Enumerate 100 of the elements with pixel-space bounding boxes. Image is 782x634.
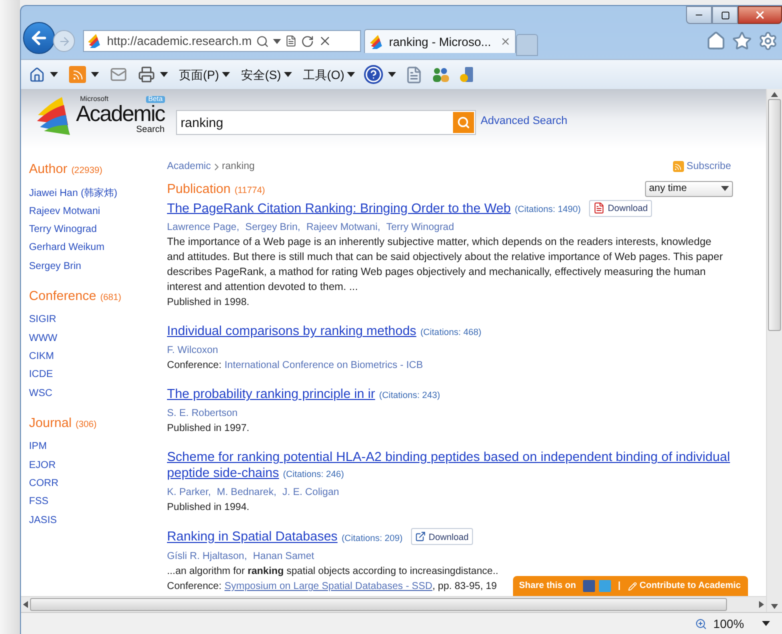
- facet-link[interactable]: Gerhard Weikum: [29, 239, 104, 258]
- scrollbar-thumb[interactable]: [30, 598, 727, 611]
- citation-count[interactable]: (Citations: 246): [283, 469, 344, 480]
- author-link[interactable]: F. Wilcoxon: [167, 343, 218, 358]
- back-button[interactable]: [23, 22, 55, 54]
- document-icon[interactable]: [405, 66, 424, 84]
- facet-link[interactable]: Sergey Brin: [29, 258, 82, 276]
- scroll-left-icon[interactable]: [23, 601, 28, 608]
- command-menu-button[interactable]: 安全(S): [241, 66, 292, 84]
- facet-link[interactable]: Rajeev Motwani: [29, 202, 100, 222]
- venue-link[interactable]: Symposium on Large Spatial Databases - SSD: [224, 578, 432, 594]
- browser-tab[interactable]: ranking - Microso...: [364, 29, 516, 53]
- author-link[interactable]: Lawrence Page,: [167, 220, 240, 236]
- page-favicon-icon: [87, 33, 103, 49]
- author-link[interactable]: M. Bednarek,: [216, 485, 276, 500]
- facet-link[interactable]: JASIS: [29, 512, 57, 530]
- dropdown-caret-icon[interactable]: [762, 621, 770, 626]
- dropdown-caret-icon[interactable]: [721, 186, 729, 192]
- result-title-link[interactable]: The PageRank Citation Ranking: Bringing Order to the Web: [167, 200, 511, 216]
- close-button[interactable]: [738, 6, 782, 24]
- close-tab-icon[interactable]: [500, 36, 511, 47]
- results-heading: Publication: [167, 180, 231, 198]
- result-title-link[interactable]: Ranking in Spatial Databases: [167, 528, 338, 544]
- dropdown-caret-icon[interactable]: [91, 72, 99, 77]
- address-bar[interactable]: http://academic.research.m: [83, 30, 361, 52]
- facet-link[interactable]: ICDE: [29, 366, 53, 385]
- result-abstract: ...an algorithm for ranking spatial objects according to increasingdistance..: [167, 564, 500, 579]
- dropdown-caret-icon[interactable]: [347, 72, 356, 77]
- facet-link[interactable]: WSC: [29, 384, 52, 403]
- scroll-up-icon[interactable]: [771, 92, 778, 97]
- download-button[interactable]: Download: [410, 528, 473, 546]
- result-title-link[interactable]: peptide side-chains: [167, 465, 280, 480]
- logo-name: Academic: [76, 103, 165, 125]
- venue-link[interactable]: International Conference on Biometrics - ICB: [224, 358, 423, 374]
- facet-link[interactable]: Terry Winograd: [29, 221, 97, 240]
- zoom-icon[interactable]: [695, 618, 708, 630]
- citation-count[interactable]: (Citations: 209): [342, 532, 403, 543]
- citation-count[interactable]: (Citations: 243): [379, 390, 440, 400]
- facet-link[interactable]: IPM: [29, 438, 47, 457]
- download-button[interactable]: Download: [588, 200, 652, 216]
- facet-link[interactable]: WWW: [29, 330, 58, 348]
- zoom-level[interactable]: 100%: [713, 614, 744, 632]
- vertical-scrollbar[interactable]: [766, 89, 782, 612]
- author-link[interactable]: Sergey Brin,: [245, 220, 300, 236]
- subscribe-link[interactable]: Subscribe: [672, 159, 731, 174]
- time-filter-select[interactable]: any time: [645, 180, 733, 197]
- help-icon[interactable]: [364, 65, 384, 84]
- facet-count: (22939): [71, 164, 102, 177]
- citation-count[interactable]: (Citations: 1490): [514, 204, 581, 214]
- maximize-button[interactable]: [712, 6, 738, 24]
- command-menu-button[interactable]: 页面(P): [179, 66, 230, 84]
- author-link[interactable]: Rajeev Motwani,: [306, 220, 380, 236]
- facet-link[interactable]: EJOR: [29, 456, 56, 476]
- dropdown-caret-icon[interactable]: [272, 38, 281, 44]
- facet-link[interactable]: SIGIR: [29, 311, 56, 330]
- compatibility-view-icon[interactable]: [284, 35, 297, 47]
- command-menu-button[interactable]: 工具(O): [303, 66, 356, 84]
- facet-link[interactable]: Jiawei Han (韩家炜): [29, 184, 118, 203]
- advanced-search-link[interactable]: Advanced Search: [480, 112, 568, 129]
- facebook-icon[interactable]: [583, 580, 596, 592]
- author-link[interactable]: Terry Winograd: [386, 220, 454, 236]
- horizontal-scrollbar[interactable]: [21, 596, 766, 612]
- result-title-link[interactable]: Scheme for ranking potential HLA-A2 binding peptides based on independent binding of individual: [167, 449, 730, 464]
- address-text: http://academic.research.m: [107, 33, 252, 50]
- scrollbar-thumb[interactable]: [768, 99, 781, 331]
- author-link[interactable]: K. Parker,: [167, 485, 211, 500]
- facet-heading: Conference: [29, 286, 96, 305]
- home-icon[interactable]: [29, 66, 45, 82]
- scroll-down-icon[interactable]: [771, 604, 778, 609]
- facet-link[interactable]: CORR: [29, 475, 58, 494]
- author-link[interactable]: Hanan Samet: [253, 548, 314, 564]
- share-separator: |: [618, 579, 621, 592]
- facet-link[interactable]: CIKM: [29, 348, 54, 366]
- search-field[interactable]: ranking: [176, 110, 476, 135]
- home-icon[interactable]: [706, 31, 726, 51]
- search-icon[interactable]: [256, 34, 269, 48]
- breadcrumb-link[interactable]: Academic: [167, 159, 211, 174]
- author-link[interactable]: S. E. Robertson: [167, 406, 238, 422]
- pencil-icon: [628, 582, 637, 590]
- refresh-icon[interactable]: [300, 34, 314, 48]
- result-title-link[interactable]: The probability ranking principle in ir: [167, 386, 376, 402]
- people-icon[interactable]: [432, 66, 450, 82]
- dropdown-caret-icon[interactable]: [388, 72, 396, 77]
- favorites-star-icon[interactable]: [732, 31, 752, 51]
- dropdown-caret-icon[interactable]: [222, 72, 230, 77]
- result-title-link[interactable]: Individual comparisons by ranking methods: [167, 323, 416, 338]
- dropdown-caret-icon[interactable]: [50, 72, 58, 77]
- facet-count: (681): [100, 290, 122, 304]
- scroll-right-icon[interactable]: [759, 601, 764, 608]
- citation-count[interactable]: (Citations: 468): [420, 327, 482, 338]
- settings-icon[interactable]: [758, 31, 778, 51]
- dropdown-caret-icon[interactable]: [284, 72, 292, 77]
- dropdown-caret-icon[interactable]: [160, 72, 168, 77]
- facet-link[interactable]: FSS: [29, 493, 48, 512]
- mail-icon[interactable]: [110, 66, 127, 83]
- published-year: Published in 1997.: [167, 422, 250, 436]
- tab-title: ranking - Microso...: [389, 34, 492, 50]
- author-link[interactable]: J. E. Coligan: [282, 485, 340, 500]
- print-icon[interactable]: [138, 66, 155, 83]
- author-link[interactable]: Gísli R. Hjaltason,: [167, 548, 248, 564]
